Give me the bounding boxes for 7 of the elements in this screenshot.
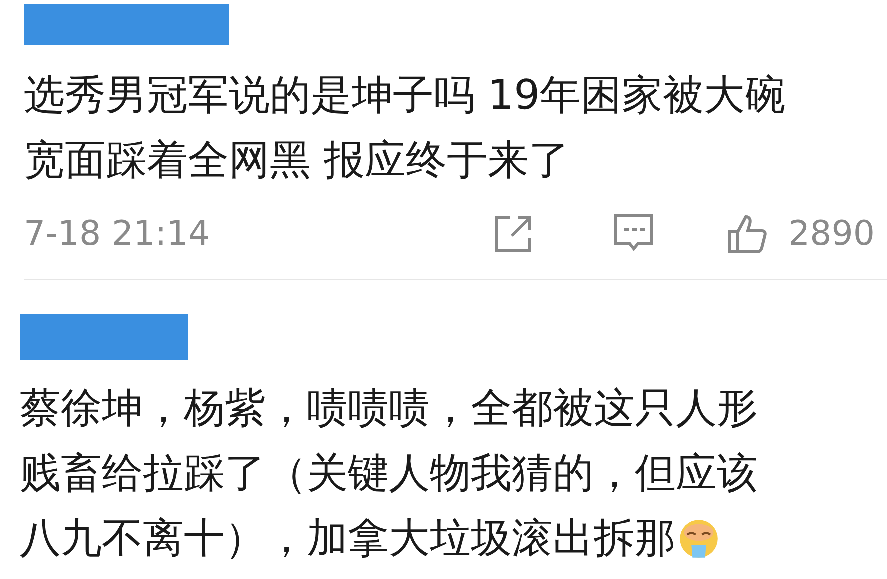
comment-text: 八九不离十），加拿大垃圾滚出拆那 [20,513,676,564]
like-count: 2890 [788,214,875,254]
comment-text: 选秀男冠军说的是坤子吗 19年困家被大碗 [24,70,786,121]
comment-text: 贱畜给拉踩了（关键人物我猜的，但应该 [20,448,758,499]
comment-time: 7-18 21:14 [24,214,211,254]
comment-text: 宽面踩着全网黑 报应终于来了 [24,135,570,186]
comment-text: 蔡徐坤，杨紫，啧啧啧，全都被这只人形 [20,383,758,434]
